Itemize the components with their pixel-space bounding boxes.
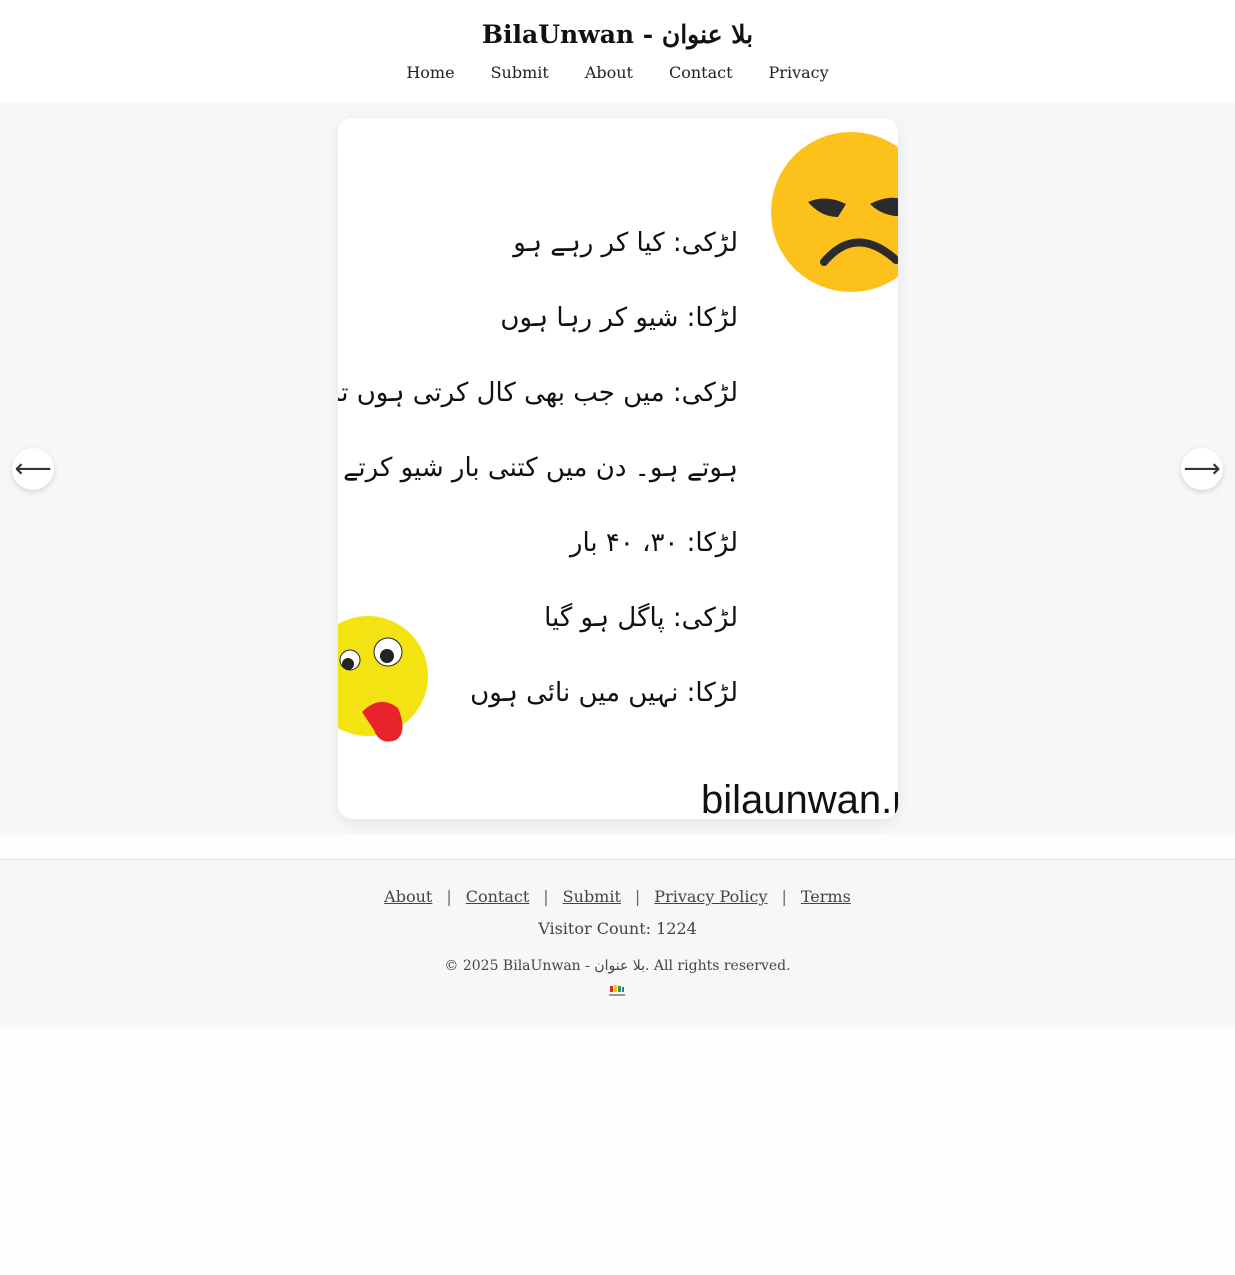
nav-submit[interactable]: Submit [491, 63, 549, 82]
previous-arrow-button[interactable]: ⟵ [12, 448, 54, 490]
site-footer: About | Contact | Submit | Privacy Polic… [0, 859, 1235, 1025]
footer-links: About | Contact | Submit | Privacy Polic… [0, 887, 1235, 906]
joke-line: لڑکی: میں جب بھی کال کرتی ہوں تم شیو کر … [338, 378, 738, 408]
nav-contact[interactable]: Contact [669, 63, 733, 82]
nav-about[interactable]: About [585, 63, 633, 82]
joke-line: ہوتے ہو۔ دن میں کتنی بار شیو کرتے ہو۔ [338, 453, 738, 483]
footer-separator: | [446, 887, 452, 906]
site-logo[interactable] [607, 984, 627, 998]
visitor-count: Visitor Count: 1224 [538, 919, 697, 938]
footer-separator: | [543, 887, 549, 906]
site-title[interactable]: BilaUnwan - بلا عنوان [0, 20, 1235, 49]
nav-privacy[interactable]: Privacy [769, 63, 829, 82]
main-content: لڑکی: کیا کر رہے ہو لڑکا: شیو کر رہا ہوں… [0, 102, 1235, 835]
post-image-card[interactable]: لڑکی: کیا کر رہے ہو لڑکا: شیو کر رہا ہوں… [338, 118, 898, 819]
watermark-text: bilaunwan.p [701, 778, 898, 819]
angry-face-emoji [771, 132, 898, 292]
nav-home[interactable]: Home [406, 63, 454, 82]
joke-line: لڑکا: ۳۰، ۴۰ بار [569, 528, 738, 558]
footer-link-contact[interactable]: Contact [466, 887, 530, 906]
site-header: BilaUnwan - بلا عنوان Home Submit About … [0, 0, 1235, 102]
footer-link-submit[interactable]: Submit [563, 887, 621, 906]
footer-link-terms[interactable]: Terms [801, 887, 851, 906]
joke-line: لڑکی: کیا کر رہے ہو [513, 228, 738, 258]
next-arrow-button[interactable]: ⟶ [1181, 448, 1223, 490]
footer-link-about[interactable]: About [384, 887, 432, 906]
copyright: © 2025 BilaUnwan - بلا عنوان. All rights… [444, 958, 791, 974]
footer-link-privacy-policy[interactable]: Privacy Policy [654, 887, 767, 906]
tongue-out-emoji [338, 616, 428, 742]
footer-separator: | [634, 887, 641, 906]
main-nav: Home Submit About Contact Privacy [0, 63, 1235, 82]
footer-separator: | [781, 887, 787, 906]
joke-line: لڑکا: شیو کر رہا ہوں [500, 303, 738, 333]
